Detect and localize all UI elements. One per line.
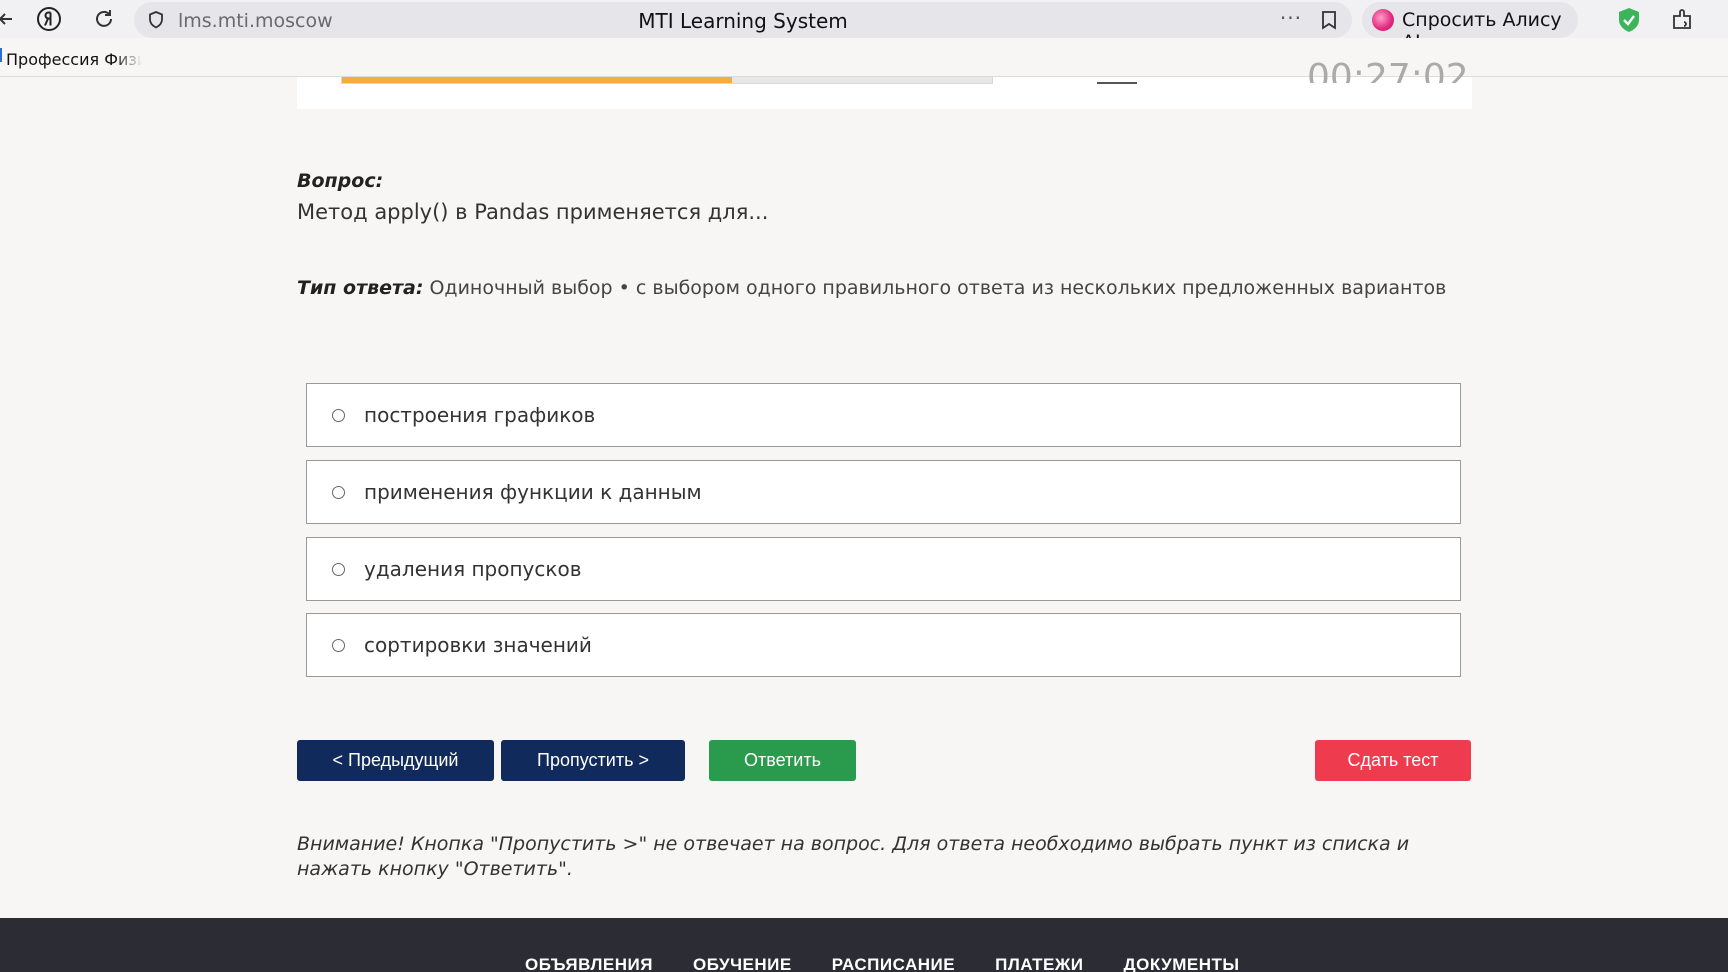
- radio-button[interactable]: [332, 409, 345, 422]
- footer-link-schedule[interactable]: РАСПИСАНИЕ: [832, 950, 955, 972]
- option-label[interactable]: применения функции к данным: [364, 480, 702, 504]
- more-icon[interactable]: ···: [1280, 6, 1302, 30]
- answer-type-value: Одиночный выбор • с выбором одного прави…: [423, 277, 1447, 299]
- answer-option[interactable]: сортировки значений: [306, 613, 1461, 677]
- alice-icon: [1372, 9, 1394, 31]
- radio-button[interactable]: [332, 486, 345, 499]
- browser-toolbar: lms.mti.moscow MTI Learning System ··· С…: [0, 0, 1728, 53]
- previous-button[interactable]: < Предыдущий: [297, 740, 494, 781]
- submit-test-button[interactable]: Сдать тест: [1315, 740, 1471, 781]
- bookmark-icon[interactable]: [1318, 9, 1340, 31]
- warning-note: Внимание! Кнопка "Пропустить >" не отвеч…: [297, 833, 1410, 880]
- reload-icon[interactable]: [90, 5, 118, 33]
- question-heading: Вопрос:: [297, 170, 384, 192]
- site-footer: ОБЪЯВЛЕНИЯ ОБУЧЕНИЕ РАСПИСАНИЕ ПЛАТЕЖИ Д…: [0, 918, 1728, 972]
- yandex-logo-icon[interactable]: [35, 5, 63, 33]
- bookmark-favicon-icon: [0, 48, 2, 62]
- answer-type-label: Тип ответа:: [297, 277, 424, 299]
- bookmark-item[interactable]: Профессия Физи: [6, 50, 142, 69]
- address-bar[interactable]: lms.mti.moscow MTI Learning System ···: [134, 2, 1352, 38]
- option-label[interactable]: удаления пропусков: [364, 557, 582, 581]
- protect-shield-icon[interactable]: [1616, 6, 1642, 34]
- answer-option[interactable]: построения графиков: [306, 383, 1461, 447]
- footer-link-learning[interactable]: ОБУЧЕНИЕ: [693, 950, 792, 972]
- extensions-icon[interactable]: [1670, 7, 1696, 33]
- answer-button[interactable]: Ответить: [709, 740, 856, 781]
- footer-link-documents[interactable]: ДОКУМЕНТЫ: [1123, 950, 1239, 972]
- footer-link-announcements[interactable]: ОБЪЯВЛЕНИЯ: [525, 950, 653, 972]
- skip-button[interactable]: Пропустить >: [501, 740, 685, 781]
- answer-option[interactable]: удаления пропусков: [306, 537, 1461, 601]
- radio-button[interactable]: [332, 563, 345, 576]
- radio-button[interactable]: [332, 639, 345, 652]
- question-text: Метод apply() в Pandas применяется для..…: [297, 200, 769, 224]
- option-label[interactable]: сортировки значений: [364, 633, 592, 657]
- footer-link-payments[interactable]: ПЛАТЕЖИ: [995, 950, 1083, 972]
- progress-card: 00:27:02: [297, 57, 1472, 109]
- timer-icon: [1097, 77, 1137, 84]
- progress-fill: [342, 77, 732, 83]
- answer-type: Тип ответа: Одиночный выбор • с выбором …: [297, 277, 1446, 299]
- ask-alice-button[interactable]: Спросить Алису AI: [1362, 2, 1578, 53]
- progress-bar: [341, 77, 993, 84]
- page-title: MTI Learning System: [638, 9, 848, 33]
- answer-option[interactable]: применения функции к данным: [306, 460, 1461, 524]
- back-arrow-icon[interactable]: [0, 5, 20, 33]
- footer-nav: ОБЪЯВЛЕНИЯ ОБУЧЕНИЕ РАСПИСАНИЕ ПЛАТЕЖИ Д…: [525, 950, 1240, 972]
- timer-text: 00:27:02: [1307, 57, 1469, 83]
- bookmarks-bar: Профессия Физи: [0, 38, 1728, 77]
- option-label[interactable]: построения графиков: [364, 403, 595, 427]
